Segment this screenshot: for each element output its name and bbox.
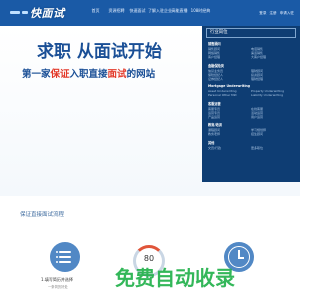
panel-section: 客服运营 客服专员 在线客服 运营专员 活动运营 产品运营 用户运营 xyxy=(208,101,294,120)
nav-home[interactable]: 首页 xyxy=(85,8,106,14)
nav-live[interactable]: 高能直播 xyxy=(169,8,190,14)
hero-title: 求职 从面试开始 xyxy=(37,42,162,62)
logo-dash-icon xyxy=(10,11,20,14)
login-link[interactable]: 登录 xyxy=(259,11,266,16)
panel-section-title[interactable]: 销售顾问 xyxy=(208,41,294,46)
panel-section-title[interactable]: 教育/培训 xyxy=(208,122,294,127)
panel-link[interactable]: 产品运营 xyxy=(208,115,251,119)
nav-companies[interactable]: 了解入驻企业 xyxy=(148,8,172,14)
panel-section-items: 文员/行政 更多职位 xyxy=(208,146,294,150)
subtitle-highlight: 保证 xyxy=(50,69,70,80)
list-icon xyxy=(50,242,80,272)
subtitle-highlight: 面试 xyxy=(107,69,127,80)
panel-section-title[interactable]: 客服运营 xyxy=(208,101,294,106)
panel-section-items: 客服专员 在线客服 运营专员 活动运营 产品运营 用户运营 xyxy=(208,107,294,120)
subtitle-suffix: 的网站 xyxy=(126,69,156,80)
subtitle-mid: 入职直接 xyxy=(69,69,108,80)
panel-link[interactable]: 教务老师 xyxy=(208,132,251,136)
watermark-text: 免费自动收录 xyxy=(115,266,235,290)
panel-section-title[interactable]: Mortgage Underwriting xyxy=(208,84,294,88)
step-label: 1.填写简历并选择 xyxy=(41,277,73,282)
panel-link[interactable]: Personal Other Mkt xyxy=(208,93,251,97)
nav-classic[interactable]: 108时经典 xyxy=(190,8,211,14)
panel-link[interactable]: 客户经理 xyxy=(208,55,251,59)
logo-dash-icon xyxy=(22,11,28,14)
logo-text: 快面试 xyxy=(30,6,65,20)
subtitle-prefix: 第一家 xyxy=(22,69,51,80)
panel-link[interactable]: 理财经理 xyxy=(251,77,294,81)
register-link[interactable]: 注册 xyxy=(269,11,276,16)
panel-section-items: 销售顾问 电话销售 网络销售 渠道销售 客户经理 大客户经理 xyxy=(208,47,294,60)
panel-link[interactable]: 招生顾问 xyxy=(251,132,294,136)
auth-links: 登录 注册 申请入驻 xyxy=(259,11,294,16)
apply-link[interactable]: 申请入驻 xyxy=(280,11,294,16)
category-panel: 行业岗位 销售顾问 销售顾问 电话销售 网络销售 渠道销售 客户经理 大客户经理 金融保险类信… xyxy=(202,26,300,182)
panel-section-items: Asset Underwriting Property Underwriting P… xyxy=(208,89,294,97)
top-header: 快面试 首页 资源招聘 快速面试 了解入驻企业 高能直播 108时经典 登录 注… xyxy=(0,0,300,26)
step-note: 一条简历好处 xyxy=(48,285,68,289)
panel-section-title[interactable]: 其他 xyxy=(208,140,294,145)
panel-section-items: 信贷业务员 理财顾问 保险经纪人 投资顾问 证券经纪人 理财经理 xyxy=(208,69,294,82)
panel-header[interactable]: 行业岗位 xyxy=(206,28,296,38)
panel-section: 其他 文员/行政 更多职位 xyxy=(208,140,294,150)
panel-link[interactable]: 文员/行政 xyxy=(208,146,251,150)
panel-link[interactable]: Liability Underwriting xyxy=(251,93,294,97)
panel-section: 销售顾问 销售顾问 电话销售 网络销售 渠道销售 客户经理 大客户经理 xyxy=(208,41,294,60)
panel-section: 金融保险类 信贷业务员 理财顾问 保险经纪人 投资顾问 证券经纪人 理财经理 xyxy=(208,63,294,82)
nav-interview[interactable]: 快速面试 xyxy=(127,8,148,14)
nav-jobs[interactable]: 资源招聘 xyxy=(106,8,127,14)
panel-section-items: 课程顾问 学习规划师 教务老师 招生顾问 xyxy=(208,128,294,136)
panel-link[interactable]: 用户运营 xyxy=(251,115,294,119)
process-title: 保证直接面试流程 xyxy=(20,212,65,218)
panel-link[interactable]: 大客户经理 xyxy=(251,55,294,59)
panel-section-title[interactable]: 金融保险类 xyxy=(208,63,294,68)
panel-section: 教育/培训 课程顾问 学习规划师 教务老师 招生顾问 xyxy=(208,122,294,136)
panel-link[interactable]: 更多职位 xyxy=(251,146,294,150)
panel-link[interactable]: 证券经纪人 xyxy=(208,77,251,81)
main-nav: 首页 资源招聘 快速面试 了解入驻企业 高能直播 108时经典 xyxy=(85,8,211,14)
panel-section: Mortgage Underwriting Asset Underwriting P… xyxy=(208,84,294,97)
site-logo[interactable]: 快面试 xyxy=(10,5,65,20)
hero-subtitle: 第一家保证入职直接面试的网站 xyxy=(22,66,155,80)
